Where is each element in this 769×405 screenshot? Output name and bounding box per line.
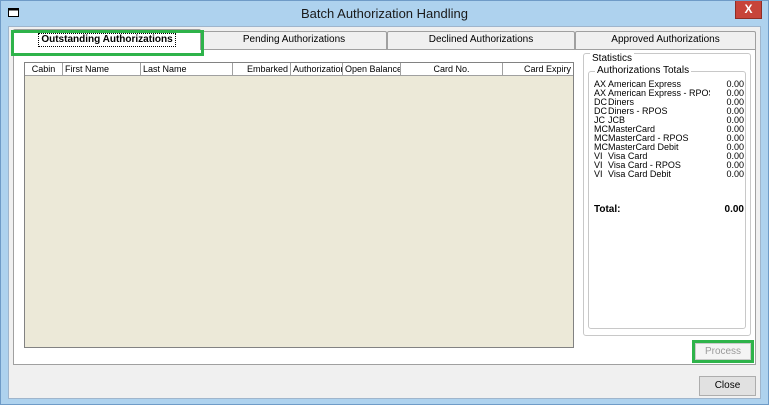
totals-row: AX American Express 0.00 bbox=[594, 80, 744, 89]
authorization-totals-group: Authorizations Totals AX American Express… bbox=[588, 65, 746, 329]
tab-approved-authorizations[interactable]: Approved Authorizations bbox=[575, 31, 756, 49]
totals-row: MC MasterCard Debit 0.00 bbox=[594, 143, 744, 152]
card-name: Visa Card bbox=[608, 152, 648, 161]
tab-label: Outstanding Authorizations bbox=[38, 33, 176, 47]
totals-row: DC Diners - RPOS 0.00 bbox=[594, 107, 744, 116]
totals-row: DC Diners 0.00 bbox=[594, 98, 744, 107]
totals-row: VI Visa Card - RPOS 0.00 bbox=[594, 161, 744, 170]
card-name: JCB bbox=[608, 116, 626, 125]
card-name: Diners bbox=[608, 98, 635, 107]
card-name: MasterCard Debit bbox=[608, 143, 679, 152]
totals-list: AX American Express 0.00 AX American Expres… bbox=[594, 80, 744, 179]
totals-row: VI Visa Card Debit 0.00 bbox=[594, 170, 744, 179]
grand-total-value: 0.00 bbox=[724, 204, 744, 215]
totals-row: MC MasterCard - RPOS 0.00 bbox=[594, 134, 744, 143]
card-name: Visa Card - RPOS bbox=[608, 161, 681, 170]
tab-label: Approved Authorizations bbox=[611, 34, 720, 45]
tab-panel: Cabin First Name Last Name Embarked Auth… bbox=[13, 49, 756, 365]
authorizations-grid[interactable]: Cabin First Name Last Name Embarked Auth… bbox=[24, 62, 574, 348]
column-header-card-expiry[interactable]: Card Expiry bbox=[503, 63, 573, 75]
column-header-card-no[interactable]: Card No. bbox=[401, 63, 503, 75]
close-window-icon[interactable]: X bbox=[735, 1, 762, 19]
app-window: Batch Authorization Handling X Outstandi… bbox=[0, 0, 769, 405]
column-header-open-balance[interactable]: Open Balance bbox=[343, 63, 401, 75]
card-total: 0.00 bbox=[726, 169, 744, 179]
tab-label: Pending Authorizations bbox=[242, 34, 346, 45]
column-header-last-name[interactable]: Last Name bbox=[141, 63, 233, 75]
window-title: Batch Authorization Handling bbox=[301, 6, 468, 21]
totals-row: AX American Express - RPOS 0.00 bbox=[594, 89, 744, 98]
grand-total-row: Total: 0.00 bbox=[594, 204, 744, 215]
column-header-embarked[interactable]: Embarked bbox=[233, 63, 291, 75]
card-name: MasterCard - RPOS bbox=[608, 134, 689, 143]
grid-header: Cabin First Name Last Name Embarked Auth… bbox=[25, 63, 573, 76]
totals-row: JC JCB 0.00 bbox=[594, 116, 744, 125]
tab-pending-authorizations[interactable]: Pending Authorizations bbox=[201, 31, 387, 49]
tab-declined-authorizations[interactable]: Declined Authorizations bbox=[387, 31, 575, 49]
totals-row: MC MasterCard 0.00 bbox=[594, 125, 744, 134]
tab-label: Declined Authorizations bbox=[428, 34, 534, 45]
grand-total-label: Total: bbox=[594, 204, 621, 215]
client-area: Outstanding Authorizations Pending Autho… bbox=[8, 26, 761, 399]
tab-strip: Outstanding Authorizations Pending Autho… bbox=[9, 27, 760, 50]
card-code: VI bbox=[594, 169, 603, 179]
process-button[interactable]: Process bbox=[695, 343, 751, 360]
column-header-authorization[interactable]: Authorization bbox=[291, 63, 343, 75]
statistics-group: Statistics Authorizations Totals AX Ameri… bbox=[583, 53, 751, 336]
totals-row: VI Visa Card 0.00 bbox=[594, 152, 744, 161]
column-header-cabin[interactable]: Cabin bbox=[25, 63, 63, 75]
close-button[interactable]: Close bbox=[699, 376, 756, 396]
card-name: American Express bbox=[608, 80, 682, 89]
column-header-first-name[interactable]: First Name bbox=[63, 63, 141, 75]
card-name: Diners - RPOS bbox=[608, 107, 668, 116]
authorization-totals-title: Authorizations Totals bbox=[595, 65, 692, 76]
tab-outstanding-authorizations[interactable]: Outstanding Authorizations bbox=[13, 29, 201, 50]
card-name: Visa Card Debit bbox=[608, 170, 671, 179]
statistics-title: Statistics bbox=[590, 53, 635, 64]
card-name: American Express - RPOS bbox=[608, 89, 710, 98]
card-name: MasterCard bbox=[608, 125, 656, 134]
title-bar[interactable]: Batch Authorization Handling X bbox=[1, 1, 768, 26]
